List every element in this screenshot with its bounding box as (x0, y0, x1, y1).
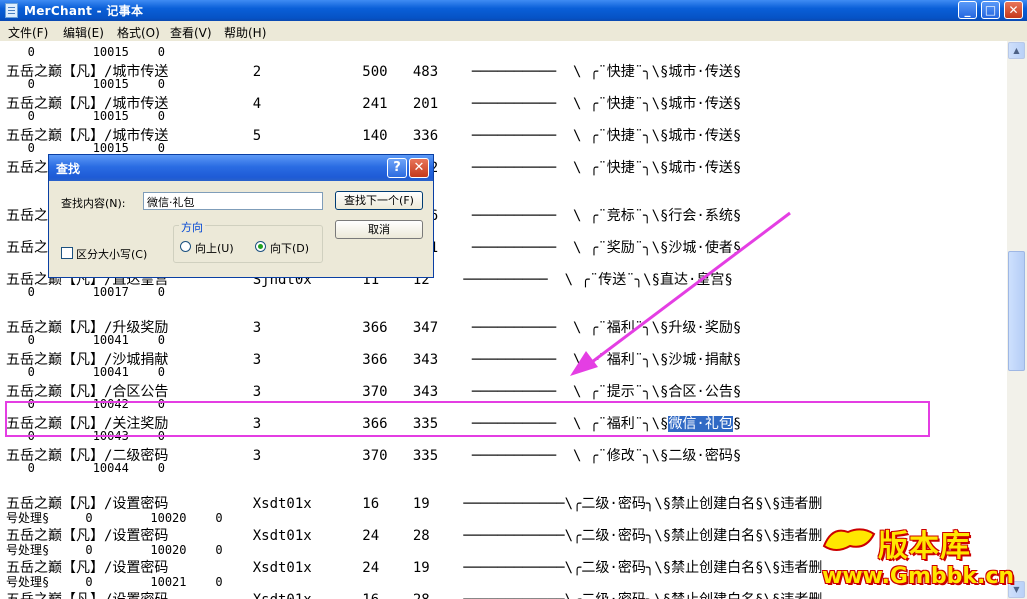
find-label: 查找内容(N): (61, 197, 126, 210)
watermark-brand: 版本库 (878, 529, 971, 564)
scroll-up-icon[interactable]: ▲ (1008, 42, 1025, 59)
find-input[interactable]: 微信·礼包 (143, 192, 323, 210)
match-case-label[interactable]: 区分大小写(C) (76, 246, 147, 262)
watermark-logo-icon (822, 528, 876, 551)
find-next-button[interactable]: 查找下一个(F) (335, 191, 423, 210)
annotation-arrow (570, 211, 791, 376)
direction-down-radio[interactable] (255, 241, 266, 252)
help-button[interactable]: ? (387, 158, 407, 178)
match-case-checkbox[interactable] (61, 247, 73, 259)
find-dialog-title: 查找 (56, 162, 81, 176)
scroll-thumb[interactable] (1008, 251, 1025, 371)
vertical-scrollbar[interactable]: ▲ ▼ (1007, 41, 1027, 599)
direction-label: 方向 (179, 219, 205, 235)
cancel-button[interactable]: 取消 (335, 220, 423, 239)
watermark-url: www.Gmbbk.cn (822, 564, 1015, 589)
direction-up-radio[interactable] (180, 241, 191, 252)
direction-down-label[interactable]: 向下(D) (270, 240, 309, 256)
find-dialog-titlebar[interactable]: 查找 ? ✕ (49, 155, 433, 181)
dialog-close-button[interactable]: ✕ (409, 158, 429, 178)
direction-up-label[interactable]: 向上(U) (195, 240, 234, 256)
find-dialog: 查找 ? ✕ 查找内容(N): 微信·礼包 查找下一个(F) 取消 方向 向上(… (48, 154, 434, 278)
